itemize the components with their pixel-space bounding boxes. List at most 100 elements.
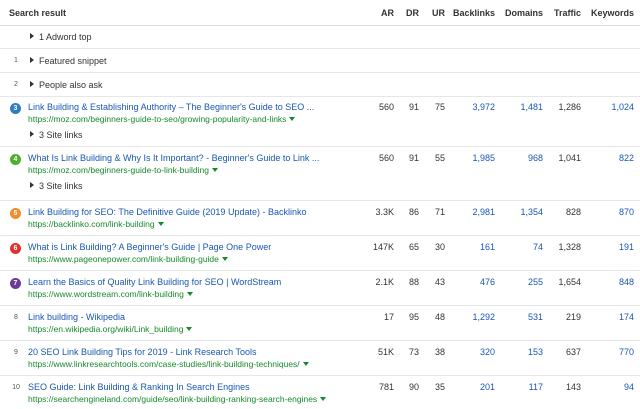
domains-value[interactable]: 531 bbox=[528, 312, 543, 322]
result-url[interactable]: https://en.wikipedia.org/wiki/Link_build… bbox=[28, 324, 193, 334]
row-divider bbox=[0, 96, 640, 97]
dr-value: 95 bbox=[408, 312, 419, 322]
ar-value: 2.1K bbox=[375, 277, 394, 287]
backlinks-value[interactable]: 1,985 bbox=[472, 153, 495, 163]
position-badge: 5 bbox=[10, 208, 21, 219]
result-title-link[interactable]: Link building - Wikipedia bbox=[28, 312, 125, 322]
ar-value: 560 bbox=[378, 102, 394, 112]
result-title-link[interactable]: Learn the Basics of Quality Link Buildin… bbox=[28, 277, 281, 287]
keywords-value[interactable]: 848 bbox=[619, 277, 634, 287]
backlinks-value[interactable]: 201 bbox=[480, 382, 495, 392]
dr-value: 65 bbox=[408, 242, 419, 252]
caret-down-icon[interactable] bbox=[289, 117, 296, 121]
keywords-value[interactable]: 822 bbox=[619, 153, 634, 163]
domains-value[interactable]: 255 bbox=[528, 277, 543, 287]
domains-value[interactable]: 74 bbox=[533, 242, 543, 252]
result-url-text: https://en.wikipedia.org/wiki/Link_build… bbox=[28, 324, 184, 334]
ar-value: 781 bbox=[378, 382, 394, 392]
adword-expander[interactable]: 1 Adword top bbox=[30, 32, 92, 42]
traffic-value: 1,041 bbox=[558, 153, 581, 163]
row-divider bbox=[0, 48, 640, 49]
result-url[interactable]: https://www.wordstream.com/link-building bbox=[28, 289, 193, 299]
header-domains[interactable]: Domains bbox=[505, 8, 543, 18]
row-divider bbox=[0, 375, 640, 376]
header-ar[interactable]: AR bbox=[381, 8, 394, 18]
backlinks-value[interactable]: 1,292 bbox=[472, 312, 495, 322]
result-title-link[interactable]: What Is Link Building & Why Is It Import… bbox=[28, 153, 319, 163]
result-url[interactable]: https://www.pageonepower.com/link-buildi… bbox=[28, 254, 228, 264]
domains-value[interactable]: 1,481 bbox=[520, 102, 543, 112]
backlinks-value[interactable]: 161 bbox=[480, 242, 495, 252]
site-links-label: 3 Site links bbox=[39, 130, 83, 140]
table-header: Search result AR DR UR Backlinks Domains… bbox=[0, 0, 640, 26]
traffic-value: 1,286 bbox=[558, 102, 581, 112]
header-ur[interactable]: UR bbox=[432, 8, 445, 18]
keywords-value[interactable]: 770 bbox=[619, 347, 634, 357]
people-also-ask-expander[interactable]: People also ask bbox=[30, 80, 103, 90]
row-divider bbox=[0, 146, 640, 147]
row-divider bbox=[0, 270, 640, 271]
header-search-result: Search result bbox=[9, 8, 67, 18]
featured-snippet-label: Featured snippet bbox=[39, 56, 107, 66]
caret-down-icon[interactable] bbox=[157, 222, 164, 226]
backlinks-value[interactable]: 3,972 bbox=[472, 102, 495, 112]
result-url[interactable]: https://www.linkresearchtools.com/case-s… bbox=[28, 359, 309, 369]
site-links-expander[interactable]: 3 Site links bbox=[30, 181, 83, 191]
keywords-value[interactable]: 870 bbox=[619, 207, 634, 217]
keywords-value[interactable]: 94 bbox=[624, 382, 634, 392]
header-backlinks[interactable]: Backlinks bbox=[453, 8, 495, 18]
caret-down-icon[interactable] bbox=[221, 257, 228, 261]
ur-value: 55 bbox=[434, 153, 445, 163]
site-links-expander[interactable]: 3 Site links bbox=[30, 130, 83, 140]
ur-value: 48 bbox=[434, 312, 445, 322]
featured-snippet-expander[interactable]: Featured snippet bbox=[30, 56, 107, 66]
ur-value: 43 bbox=[434, 277, 445, 287]
caret-down-icon[interactable] bbox=[186, 292, 193, 296]
result-title-link[interactable]: SEO Guide: Link Building & Ranking In Se… bbox=[28, 382, 250, 392]
domains-value[interactable]: 968 bbox=[528, 153, 543, 163]
adword-label: 1 Adword top bbox=[39, 32, 92, 42]
triangle-right-icon bbox=[30, 33, 34, 39]
result-url[interactable]: https://searchengineland.com/guide/seo/l… bbox=[28, 394, 327, 404]
caret-down-icon[interactable] bbox=[320, 397, 327, 401]
search-results-table: Search result AR DR UR Backlinks Domains… bbox=[0, 0, 640, 409]
backlinks-value[interactable]: 2,981 bbox=[472, 207, 495, 217]
result-url-text: https://moz.com/beginners-guide-to-link-… bbox=[28, 165, 209, 175]
keywords-value[interactable]: 1,024 bbox=[611, 102, 634, 112]
domains-value[interactable]: 1,354 bbox=[520, 207, 543, 217]
keywords-value[interactable]: 191 bbox=[619, 242, 634, 252]
domains-value[interactable]: 117 bbox=[529, 382, 543, 392]
dr-value: 73 bbox=[408, 347, 419, 357]
position-badge: 7 bbox=[10, 278, 21, 289]
ur-value: 71 bbox=[434, 207, 445, 217]
ar-value: 147K bbox=[372, 242, 394, 252]
people-also-ask-label: People also ask bbox=[39, 80, 103, 90]
result-url[interactable]: https://moz.com/beginners-guide-to-seo/g… bbox=[28, 114, 296, 124]
result-url[interactable]: https://backlinko.com/link-building bbox=[28, 219, 164, 229]
backlinks-value[interactable]: 476 bbox=[480, 277, 495, 287]
result-title-link[interactable]: Link Building for SEO: The Definitive Gu… bbox=[28, 207, 306, 217]
result-title-link[interactable]: Link Building & Establishing Authority –… bbox=[28, 102, 314, 112]
result-url[interactable]: https://moz.com/beginners-guide-to-link-… bbox=[28, 165, 218, 175]
position-number: 1 bbox=[14, 57, 18, 64]
caret-down-icon[interactable] bbox=[211, 168, 218, 172]
header-dr[interactable]: DR bbox=[406, 8, 419, 18]
row-divider bbox=[0, 340, 640, 341]
backlinks-value[interactable]: 320 bbox=[480, 347, 495, 357]
header-traffic[interactable]: Traffic bbox=[554, 8, 581, 18]
row-divider bbox=[0, 72, 640, 73]
result-title-link[interactable]: What is Link Building? A Beginner's Guid… bbox=[28, 242, 271, 252]
dr-value: 91 bbox=[408, 102, 419, 112]
traffic-value: 637 bbox=[565, 347, 581, 357]
result-url-text: https://www.pageonepower.com/link-buildi… bbox=[28, 254, 219, 264]
caret-down-icon[interactable] bbox=[186, 327, 193, 331]
caret-down-icon[interactable] bbox=[302, 362, 309, 366]
dr-value: 86 bbox=[408, 207, 419, 217]
dr-value: 88 bbox=[408, 277, 419, 287]
triangle-right-icon bbox=[30, 182, 34, 188]
header-keywords[interactable]: Keywords bbox=[591, 8, 634, 18]
domains-value[interactable]: 153 bbox=[528, 347, 543, 357]
keywords-value[interactable]: 174 bbox=[619, 312, 634, 322]
result-title-link[interactable]: 20 SEO Link Building Tips for 2019 - Lin… bbox=[28, 347, 256, 357]
traffic-value: 1,654 bbox=[558, 277, 581, 287]
